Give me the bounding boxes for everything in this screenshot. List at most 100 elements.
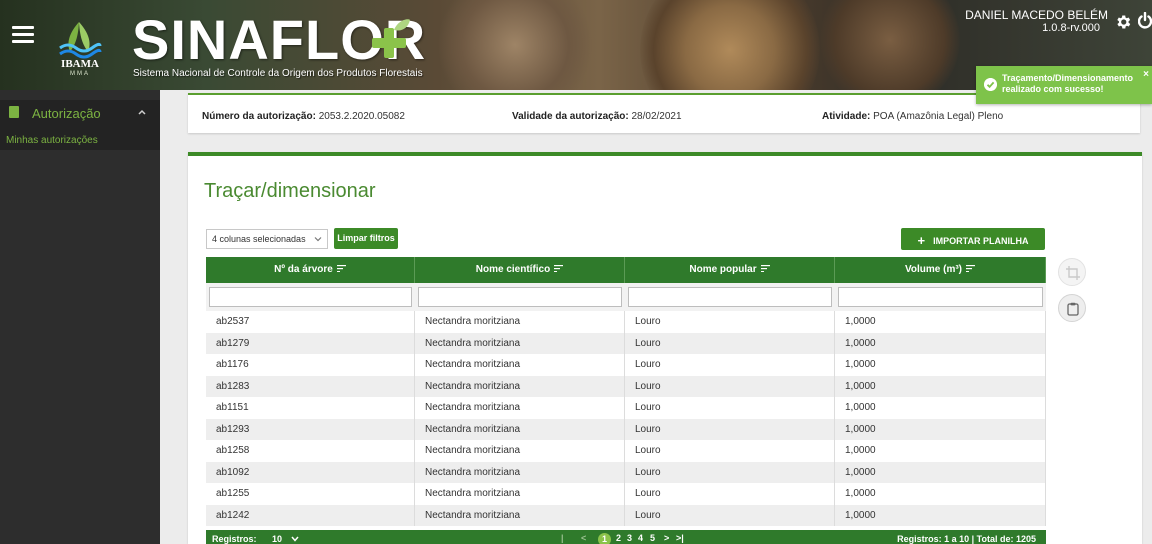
- cell-tree-number: ab1279: [206, 332, 415, 354]
- header-background-log: [430, 0, 600, 90]
- table-row[interactable]: ab1242 Nectandra moritziana Louro 1,0000: [206, 504, 1046, 526]
- first-page-button[interactable]: |<: [561, 533, 566, 544]
- crop-button[interactable]: [1058, 258, 1086, 286]
- sort-icon[interactable]: [760, 265, 770, 272]
- cell-tree-number: ab1092: [206, 461, 415, 483]
- column-select-value: 4 colunas selecionadas: [212, 234, 306, 244]
- table-row[interactable]: ab1255 Nectandra moritziana Louro 1,0000: [206, 483, 1046, 505]
- sidebar-item-minhas-autorizacoes[interactable]: Minhas autorizações: [0, 132, 160, 150]
- filter-input-popular-name[interactable]: [628, 287, 832, 307]
- sidebar: Autorização Minhas autorizações: [0, 90, 160, 544]
- next-page-button[interactable]: >: [664, 533, 669, 543]
- table-row[interactable]: ab1279 Nectandra moritziana Louro 1,0000: [206, 332, 1046, 354]
- cell-volume: 1,0000: [835, 418, 1046, 440]
- close-icon[interactable]: ×: [1143, 69, 1149, 80]
- table-footer: Registros: 10 |< < 1 2 3 4 5 > >| Regist…: [206, 530, 1046, 544]
- cell-tree-number: ab1151: [206, 397, 415, 419]
- cell-volume: 1,0000: [835, 375, 1046, 397]
- user-name[interactable]: DANIEL MACEDO BELÉM: [965, 8, 1108, 22]
- cell-popular-name: Louro: [625, 461, 835, 483]
- column-header-label: Nº da árvore: [274, 264, 333, 275]
- previous-page-button[interactable]: <: [581, 533, 586, 543]
- cell-popular-name: Louro: [625, 418, 835, 440]
- table-body: ab2537 Nectandra moritziana Louro 1,0000 ab1…: [206, 311, 1046, 526]
- page-4-button[interactable]: 4: [638, 533, 643, 543]
- cell-popular-name: Louro: [625, 375, 835, 397]
- table-row[interactable]: ab1151 Nectandra moritziana Louro 1,0000: [206, 397, 1046, 419]
- sort-icon[interactable]: [554, 265, 564, 272]
- crop-icon: [1066, 266, 1080, 280]
- filter-input-tree-number[interactable]: [209, 287, 412, 307]
- column-header-popular-name[interactable]: Nome popular: [625, 257, 835, 283]
- column-header-volume[interactable]: Volume (m³): [835, 257, 1046, 283]
- cell-tree-number: ab1293: [206, 418, 415, 440]
- page-5-button[interactable]: 5: [650, 533, 655, 543]
- cell-tree-number: ab1255: [206, 483, 415, 505]
- import-spreadsheet-button[interactable]: + IMPORTAR PLANILHA: [901, 228, 1045, 250]
- page-3-button[interactable]: 3: [627, 533, 632, 543]
- table-row[interactable]: ab1283 Nectandra moritziana Louro 1,0000: [206, 375, 1046, 397]
- cell-volume: 1,0000: [835, 440, 1046, 462]
- cell-popular-name: Louro: [625, 311, 835, 333]
- records-per-page-label: Registros:: [212, 534, 257, 544]
- authorization-validity-label: Validade da autorização:: [512, 111, 629, 122]
- filter-input-volume[interactable]: [838, 287, 1043, 307]
- table-row[interactable]: ab1092 Nectandra moritziana Louro 1,0000: [206, 461, 1046, 483]
- hamburger-icon[interactable]: [12, 26, 34, 44]
- cell-scientific-name: Nectandra moritziana: [415, 483, 625, 505]
- cell-tree-number: ab1283: [206, 375, 415, 397]
- authorization-number-value: 2053.2.2020.05082: [318, 111, 405, 122]
- cell-scientific-name: Nectandra moritziana: [415, 504, 625, 526]
- cell-tree-number: ab1242: [206, 504, 415, 526]
- table-row[interactable]: ab1258 Nectandra moritziana Louro 1,0000: [206, 440, 1046, 462]
- table-filter-row: [206, 283, 1046, 311]
- cell-popular-name: Louro: [625, 397, 835, 419]
- main-card: Traçar/dimensionar 4 colunas selecionada…: [188, 152, 1142, 544]
- cell-scientific-name: Nectandra moritziana: [415, 440, 625, 462]
- power-icon[interactable]: [1138, 12, 1152, 30]
- cell-scientific-name: Nectandra moritziana: [415, 397, 625, 419]
- header-background-log: [640, 0, 820, 90]
- cell-volume: 1,0000: [835, 332, 1046, 354]
- sort-icon[interactable]: [336, 265, 346, 272]
- page-1-button[interactable]: 1: [598, 533, 611, 544]
- cell-scientific-name: Nectandra moritziana: [415, 375, 625, 397]
- app-version: 1.0.8-rv.000: [1042, 22, 1100, 34]
- import-spreadsheet-label: IMPORTAR PLANILHA: [933, 236, 1029, 246]
- cell-popular-name: Louro: [625, 440, 835, 462]
- cell-volume: 1,0000: [835, 354, 1046, 376]
- chevron-up-icon[interactable]: [138, 109, 146, 115]
- records-per-page-value: 10: [272, 534, 283, 544]
- cell-volume: 1,0000: [835, 311, 1046, 333]
- column-select-dropdown[interactable]: 4 colunas selecionadas: [206, 229, 328, 249]
- plus-icon: +: [917, 233, 926, 248]
- column-header-label: Nome científico: [475, 264, 551, 275]
- clear-filters-button[interactable]: Limpar filtros: [334, 228, 398, 249]
- column-header-tree-number[interactable]: Nº da árvore: [206, 257, 415, 283]
- cell-scientific-name: Nectandra moritziana: [415, 461, 625, 483]
- authorization-number-label: Número da autorização:: [202, 111, 316, 122]
- filter-input-scientific-name[interactable]: [418, 287, 622, 307]
- authorization-activity: Atividade: POA (Amazônia Legal) Pleno: [822, 111, 1003, 122]
- records-per-page-select[interactable]: 10: [272, 534, 299, 544]
- table-row[interactable]: ab1176 Nectandra moritziana Louro 1,0000: [206, 354, 1046, 376]
- leaf-cross-icon: [372, 19, 410, 58]
- ibama-logo-text: IBAMA: [61, 58, 99, 70]
- clipboard-button[interactable]: [1058, 294, 1086, 322]
- chevron-down-icon: [314, 237, 322, 242]
- cell-popular-name: Louro: [625, 354, 835, 376]
- cell-tree-number: ab1258: [206, 440, 415, 462]
- page-2-button[interactable]: 2: [616, 533, 621, 543]
- table-row[interactable]: ab2537 Nectandra moritziana Louro 1,0000: [206, 311, 1046, 333]
- records-total: Registros: 1 a 10 | Total de: 1205: [897, 534, 1036, 544]
- gear-icon[interactable]: [1114, 13, 1132, 31]
- table-row[interactable]: ab1293 Nectandra moritziana Louro 1,0000: [206, 418, 1046, 440]
- toast-message-line1: Traçamento/Dimensionamento: [1002, 73, 1134, 83]
- toast-message-line2: realizado com sucesso!: [1002, 84, 1104, 94]
- document-icon: [9, 106, 19, 118]
- column-header-scientific-name[interactable]: Nome científico: [415, 257, 625, 283]
- last-page-button[interactable]: >|: [676, 533, 684, 543]
- sort-icon[interactable]: [966, 265, 976, 272]
- brand-tagline: Sistema Nacional de Controle da Origem d…: [133, 68, 423, 79]
- authorization-validity-value: 28/02/2021: [631, 111, 682, 122]
